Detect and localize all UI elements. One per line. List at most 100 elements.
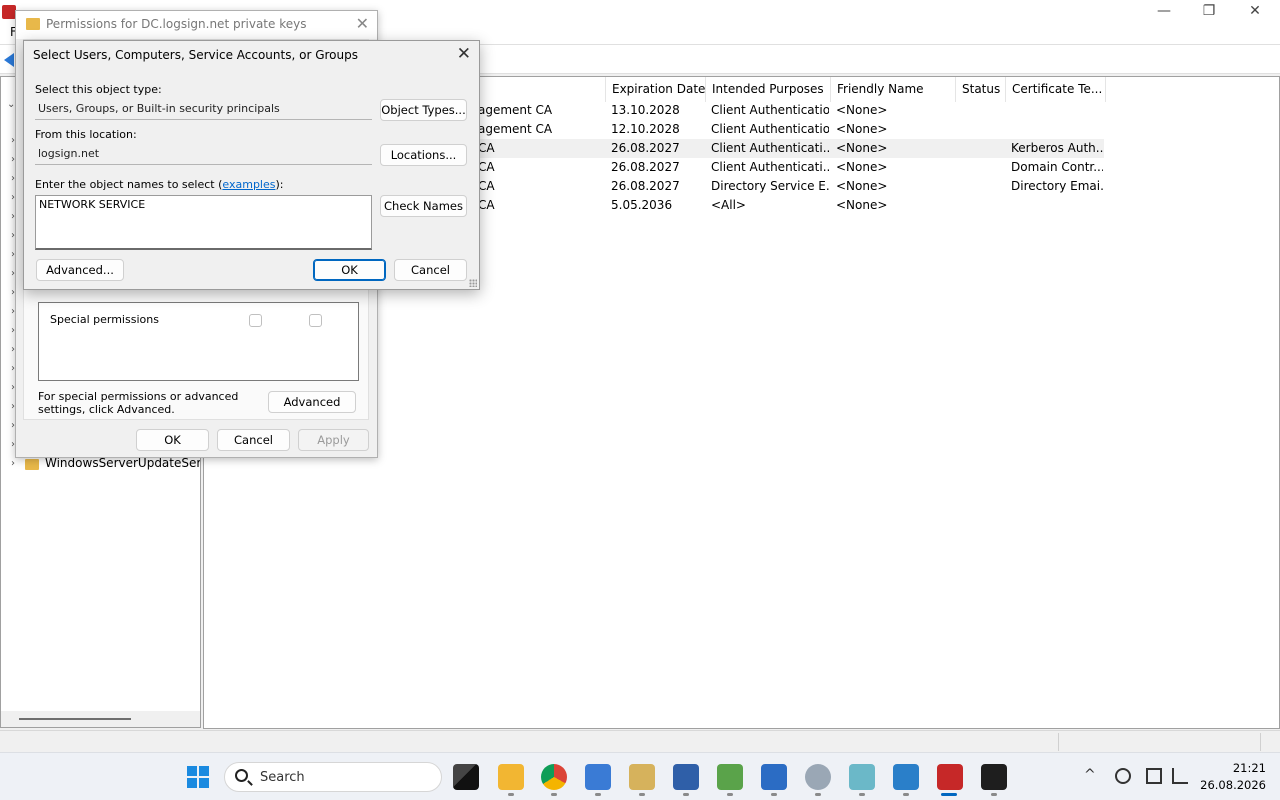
cell-friendly-name: <None> <box>836 141 888 155</box>
server-manager-icon[interactable] <box>585 764 611 790</box>
cell-expiration: 26.08.2027 <box>611 160 680 174</box>
active-indicator <box>941 793 957 796</box>
cell-friendly-name: <None> <box>836 160 888 174</box>
clock-time[interactable]: 21:21 <box>1226 761 1266 775</box>
running-indicator <box>683 793 689 796</box>
status-divider <box>1058 733 1059 751</box>
check-names-button[interactable]: Check Names <box>380 195 467 217</box>
column-header-status[interactable]: Status <box>956 77 1006 102</box>
sync-icon[interactable] <box>1115 768 1131 784</box>
running-indicator <box>595 793 601 796</box>
close-icon[interactable]: ✕ <box>457 44 471 64</box>
cell-purposes: <All> <box>711 198 746 212</box>
task-view-icon[interactable] <box>453 764 479 790</box>
windows-start-icon[interactable] <box>187 766 209 788</box>
location-field: logsign.net <box>35 143 372 165</box>
taskbar: Search ^ 21:21 26.08.2026 <box>0 752 1280 800</box>
restore-button[interactable]: ❐ <box>1186 0 1232 22</box>
ok-button[interactable]: OK <box>136 429 209 451</box>
column-header-purposes[interactable]: Intended Purposes <box>706 77 831 102</box>
storage-icon[interactable] <box>849 764 875 790</box>
back-arrow-icon[interactable] <box>4 53 14 67</box>
network-tray-icon[interactable] <box>1146 768 1162 784</box>
settings-gear-icon[interactable] <box>805 764 831 790</box>
status-bar <box>0 730 1280 752</box>
running-indicator <box>771 793 777 796</box>
running-indicator <box>508 793 514 796</box>
cell-status <box>961 158 1006 177</box>
advanced-button[interactable]: Advanced <box>268 391 356 413</box>
resize-grip-icon[interactable] <box>469 279 477 287</box>
column-header-template[interactable]: Certificate Te... <box>1006 77 1106 102</box>
object-names-label-text: Enter the object names to select ( <box>35 178 223 191</box>
cell-friendly-name: <None> <box>836 179 888 193</box>
network-icon[interactable] <box>673 764 699 790</box>
cancel-button[interactable]: Cancel <box>217 429 290 451</box>
running-indicator <box>551 793 557 796</box>
select-users-dialog: Select Users, Computers, Service Account… <box>23 40 480 290</box>
dialog-title: Select Users, Computers, Service Account… <box>33 48 358 62</box>
allow-checkbox[interactable] <box>249 314 262 327</box>
security-shield-icon[interactable] <box>761 764 787 790</box>
close-button[interactable]: ✕ <box>1232 0 1278 22</box>
cell-issued-by: CA <box>478 141 495 155</box>
object-type-field: Users, Groups, or Built-in security prin… <box>35 98 372 120</box>
cell-purposes: Client Authenticati... <box>711 160 829 174</box>
cell-friendly-name: <None> <box>836 122 888 136</box>
cancel-button[interactable]: Cancel <box>394 259 467 281</box>
cell-purposes: Client Authentication <box>711 103 829 117</box>
deny-checkbox[interactable] <box>309 314 322 327</box>
file-explorer-icon[interactable] <box>498 764 524 790</box>
cell-template: Kerberos Auth... <box>1011 141 1103 155</box>
terminal-icon[interactable] <box>981 764 1007 790</box>
object-names-input[interactable] <box>35 195 372 250</box>
cell-template <box>1011 120 1103 139</box>
apply-button[interactable]: Apply <box>298 429 369 451</box>
scrollbar-thumb[interactable] <box>19 718 131 720</box>
special-permissions-label: Special permissions <box>50 313 159 326</box>
clock-date[interactable]: 26.08.2026 <box>1196 778 1266 792</box>
volume-muted-icon[interactable] <box>1172 768 1188 784</box>
certificates-app-icon[interactable] <box>937 764 963 790</box>
cell-expiration: 5.05.2036 <box>611 198 673 212</box>
running-indicator <box>639 793 645 796</box>
close-icon[interactable]: ✕ <box>356 14 369 33</box>
select-users-titlebar: Select Users, Computers, Service Account… <box>24 41 479 71</box>
taskbar-search[interactable]: Search <box>224 762 442 792</box>
cell-status <box>961 177 1006 196</box>
chevron-right-icon[interactable]: › <box>11 458 15 469</box>
tool-icon[interactable] <box>629 764 655 790</box>
minimize-button[interactable]: — <box>1141 0 1187 22</box>
location-label: From this location: <box>35 128 137 141</box>
column-header-friendly-name[interactable]: Friendly Name <box>831 77 956 102</box>
monitor-icon[interactable] <box>893 764 919 790</box>
cell-purposes: Directory Service E... <box>711 179 829 193</box>
column-header-expiration[interactable]: Expiration Date <box>606 77 706 102</box>
cell-issued-by: CA <box>478 198 495 212</box>
cell-template <box>1011 101 1103 120</box>
locations-button[interactable]: Locations... <box>380 144 467 166</box>
folder-icon <box>25 459 39 470</box>
tree-horizontal-scrollbar[interactable] <box>1 711 200 727</box>
cell-status <box>961 196 1006 215</box>
cell-expiration: 26.08.2027 <box>611 141 680 155</box>
performance-icon[interactable] <box>717 764 743 790</box>
cell-purposes: Client Authenticati... <box>711 141 829 155</box>
permissions-title: Permissions for DC.logsign.net private k… <box>46 17 307 31</box>
chrome-icon[interactable] <box>541 764 567 790</box>
cell-friendly-name: <None> <box>836 103 888 117</box>
running-indicator <box>903 793 909 796</box>
tree-item-wsus[interactable]: WindowsServerUpdateService <box>45 456 200 470</box>
search-icon <box>235 769 248 782</box>
cell-purposes: Client Authentication <box>711 122 829 136</box>
advanced-button[interactable]: Advanced... <box>36 259 124 281</box>
running-indicator <box>859 793 865 796</box>
object-types-button[interactable]: Object Types... <box>380 99 467 121</box>
ok-button[interactable]: OK <box>313 259 386 281</box>
cell-expiration: 12.10.2028 <box>611 122 680 136</box>
cell-issued-by: CA <box>478 160 495 174</box>
permissions-list[interactable]: Special permissions <box>38 302 359 381</box>
tray-chevron-up-icon[interactable]: ^ <box>1084 767 1096 783</box>
cell-friendly-name: <None> <box>836 198 888 212</box>
examples-link[interactable]: examples <box>222 178 275 191</box>
